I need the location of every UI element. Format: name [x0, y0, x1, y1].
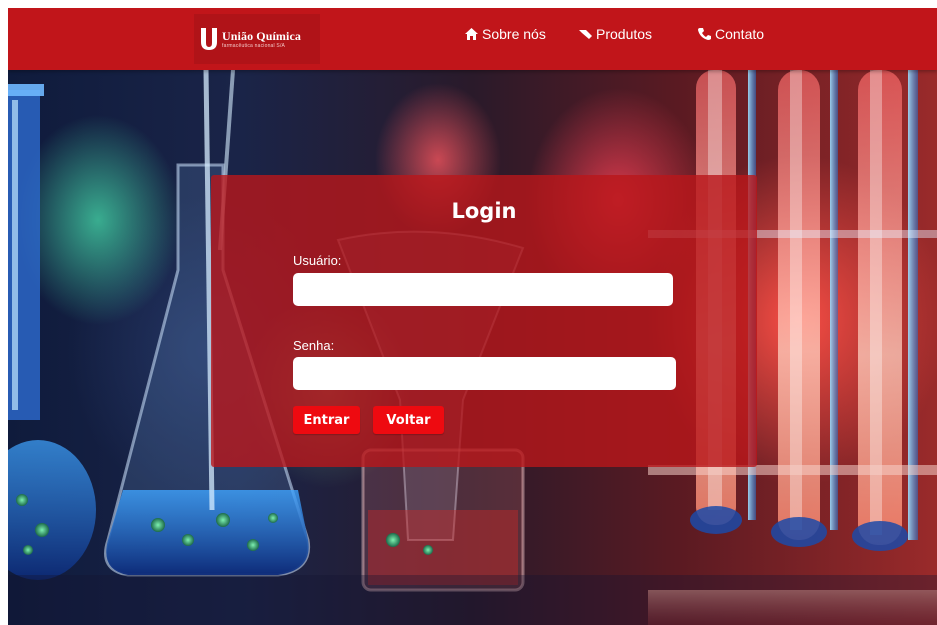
nav-item-label: Produtos [596, 26, 653, 42]
nav-item-label: Contato [715, 26, 765, 42]
password-input[interactable] [293, 357, 676, 390]
home-icon [465, 28, 478, 40]
nav-item-sobre-nos[interactable]: Sobre nós [464, 26, 546, 42]
nav-item-label: Sobre nós [482, 26, 546, 42]
login-title: Login [451, 199, 517, 223]
voltar-button[interactable]: Voltar [373, 406, 444, 434]
brand-tagline: farmacêutica nacional S/A [222, 42, 286, 49]
uniao-quimica-logo-icon [201, 28, 217, 50]
top-navbar: União Química farmacêutica nacional S/A … [8, 8, 937, 70]
tag-icon [579, 30, 592, 39]
page: União Química farmacêutica nacional S/A … [8, 8, 937, 625]
login-panel: Login Usuário: Senha: Entrar Voltar [211, 175, 757, 467]
username-input[interactable] [293, 273, 673, 306]
username-label: Usuário: [293, 253, 342, 268]
entrar-button[interactable]: Entrar [293, 406, 360, 434]
phone-icon [698, 28, 711, 40]
nav-item-contato[interactable]: Contato [697, 26, 764, 42]
brand-logo[interactable]: União Química farmacêutica nacional S/A [194, 14, 320, 64]
brand-text: União Química farmacêutica nacional S/A [222, 30, 301, 49]
brand-name: União Química [222, 28, 301, 43]
password-label: Senha: [293, 338, 335, 353]
nav-item-produtos[interactable]: Produtos [578, 26, 652, 42]
